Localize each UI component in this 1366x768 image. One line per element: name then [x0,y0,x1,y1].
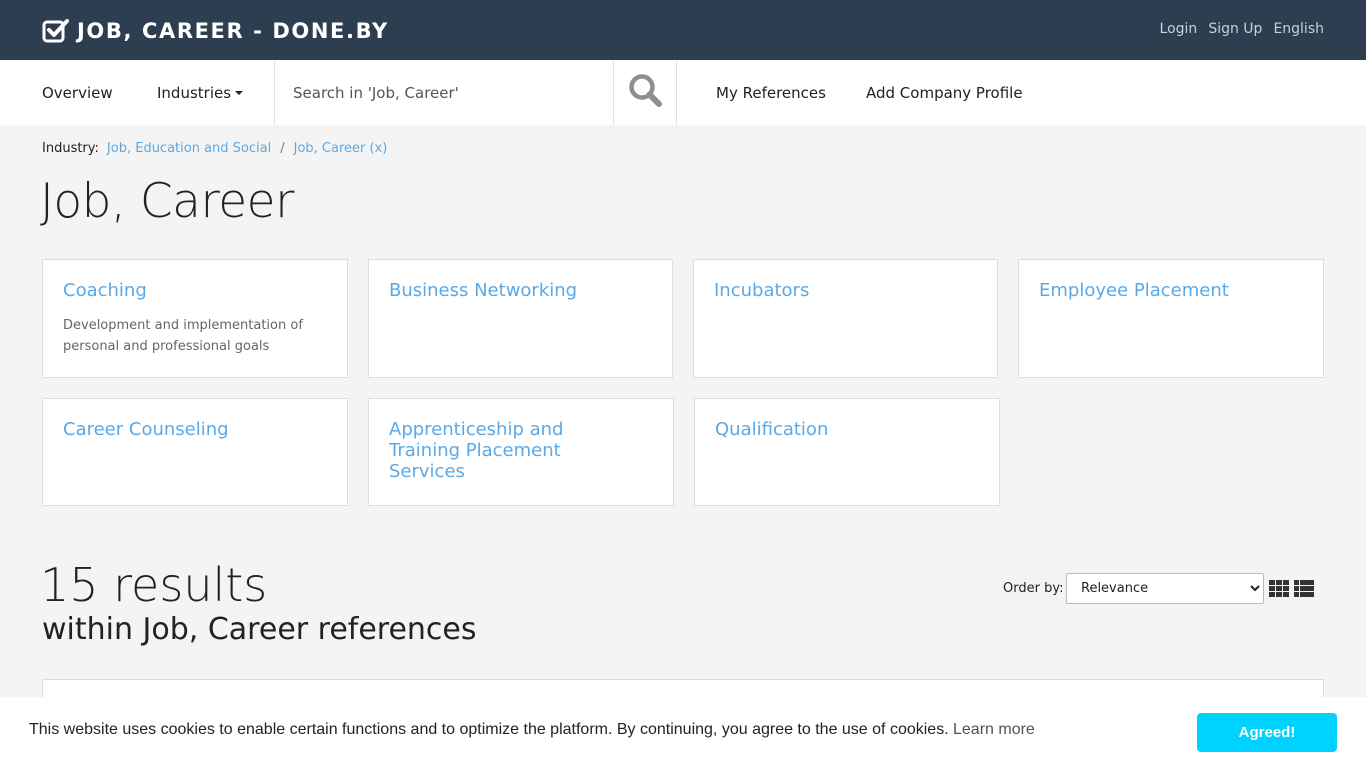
category-card-title: Qualification [715,419,829,440]
search-input[interactable] [275,60,614,125]
nav-industries-dropdown[interactable]: Industries [157,60,244,125]
page-title: Job, Career [40,174,294,229]
search-button[interactable] [613,60,676,125]
search-icon [628,73,663,112]
grid-view-icon[interactable] [1269,580,1289,602]
category-card-title: Career Counseling [63,419,229,440]
category-card-coaching[interactable]: Coaching Development and implementation … [42,259,348,378]
category-card-qualification[interactable]: Qualification [694,398,1000,506]
brand-text: JOB, CAREER - DONE.BY [77,19,389,43]
category-card-incubators[interactable]: Incubators [693,259,998,378]
category-card-title: Business Networking [389,280,578,301]
nav-bar: Overview Industries My References Add Co… [0,60,1366,125]
category-card-career-counseling[interactable]: Career Counseling [42,398,348,506]
breadcrumb: Industry: Job, Education and Social / Jo… [42,141,387,156]
brand-logo[interactable]: JOB, CAREER - DONE.BY [42,18,389,44]
checkbox-icon [42,18,69,44]
nav-add-company-profile[interactable]: Add Company Profile [866,60,1023,125]
category-card-title: Incubators [714,280,810,301]
breadcrumb-parent-link[interactable]: Job, Education and Social [107,141,271,156]
nav-overview-label: Overview [42,83,113,102]
cookie-learn-more-link[interactable]: Learn more [953,721,1035,739]
category-card-description: Development and implementation of person… [63,318,303,354]
category-card-apprenticeship[interactable]: Apprenticeship and Training Placement Se… [368,398,674,506]
category-card-title: Coaching [63,280,147,301]
caret-down-icon [235,90,244,95]
cookie-consent-bar: This website uses cookies to enable cert… [0,697,1366,768]
account-links: Login Sign Up English [1160,21,1324,37]
top-bar: JOB, CAREER - DONE.BY Login Sign Up Engl… [0,0,1366,60]
category-card-employee-placement[interactable]: Employee Placement [1018,259,1324,378]
signup-link[interactable]: Sign Up [1208,21,1262,37]
breadcrumb-current-link[interactable]: Job, Career (x) [294,141,388,156]
cookie-message: This website uses cookies to enable cert… [29,721,949,738]
breadcrumb-label: Industry: [42,141,99,156]
order-by-label: Order by: [1003,581,1064,596]
nav-overview[interactable]: Overview [42,60,113,125]
language-link[interactable]: English [1273,21,1324,37]
category-card-title: Apprenticeship and Training Placement Se… [389,419,564,482]
cookie-accept-button[interactable]: Agreed! [1197,713,1337,752]
category-card-business-networking[interactable]: Business Networking [368,259,673,378]
results-subtitle: within Job, Career references [42,612,477,647]
nav-industries-label: Industries [157,83,232,102]
nav-my-references[interactable]: My References [716,60,826,125]
login-link[interactable]: Login [1160,21,1198,37]
order-by-select[interactable]: Relevance [1066,573,1264,604]
category-card-title: Employee Placement [1039,280,1229,301]
search-bar [274,60,677,125]
list-view-icon[interactable] [1294,580,1314,602]
results-count: 15 results [40,558,268,612]
nav-my-references-label: My References [716,83,826,102]
breadcrumb-separator: / [280,141,285,156]
nav-add-company-profile-label: Add Company Profile [866,83,1023,102]
